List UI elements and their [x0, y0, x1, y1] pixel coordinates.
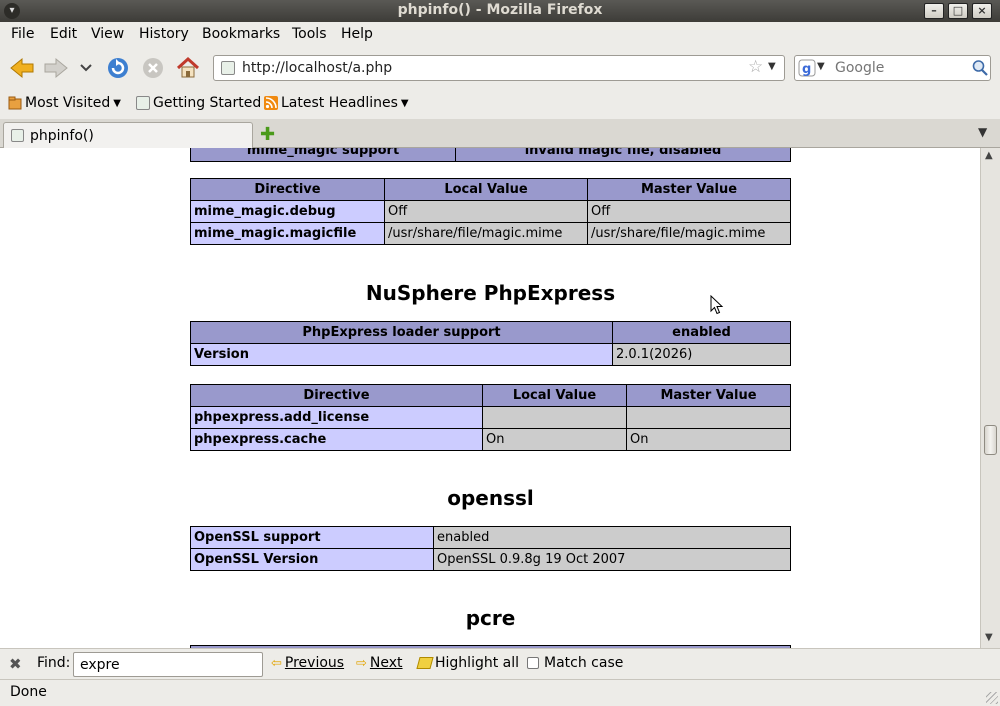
maximize-button[interactable]: □ — [948, 3, 968, 19]
search-bar[interactable]: g ▼ — [794, 55, 991, 81]
resize-grip-icon[interactable] — [986, 692, 998, 704]
title-bar: ▾ phpinfo() - Mozilla Firefox – □ × — [0, 0, 1000, 22]
find-previous-button[interactable]: ⇦ Previous — [271, 655, 344, 671]
back-button[interactable] — [8, 54, 36, 82]
forward-button[interactable] — [42, 54, 70, 82]
bookmark-star-icon[interactable]: ☆ — [748, 57, 763, 77]
site-identity-icon[interactable] — [221, 61, 235, 75]
table-row: OpenSSL support enabled — [190, 526, 791, 549]
chevron-down-icon: ▼ — [113, 97, 121, 109]
vertical-scrollbar[interactable]: ▲ ▼ — [980, 148, 1000, 648]
mime-magic-directive-table: Directive Local Value Master Value mime_… — [190, 178, 791, 245]
table-header-row: Directive Local Value Master Value — [190, 384, 791, 407]
stop-button[interactable] — [139, 54, 167, 82]
section-heading-pcre: pcre — [465, 606, 516, 630]
svg-text:g: g — [802, 62, 811, 77]
table-row: mime_magic.magicfile /usr/share/file/mag… — [190, 222, 791, 245]
window-title: phpinfo() - Mozilla Firefox — [397, 2, 603, 18]
find-input[interactable] — [73, 652, 263, 677]
search-input[interactable] — [835, 59, 965, 77]
table-row: phpexpress.cache On On — [190, 428, 791, 451]
match-case-checkbox[interactable]: Match case — [527, 655, 623, 671]
menu-tools[interactable]: Tools — [292, 26, 327, 42]
engine-dropdown-icon[interactable]: ▼ — [817, 61, 825, 72]
close-window-button[interactable]: × — [972, 3, 992, 19]
highlighter-icon — [416, 657, 434, 669]
folder-icon — [8, 96, 22, 110]
mouse-cursor-icon — [710, 295, 724, 315]
menu-history[interactable]: History — [139, 26, 189, 42]
stop-icon — [143, 58, 163, 78]
menu-file[interactable]: File — [11, 26, 34, 42]
menu-view[interactable]: View — [91, 26, 124, 42]
find-bar: ✖ Find: ⇦ Previous ⇨ Next Highlight all … — [0, 648, 1000, 679]
page-icon — [11, 129, 24, 142]
section-heading-openssl: openssl — [447, 486, 534, 510]
tab-list-icon[interactable]: ▼ — [978, 125, 987, 139]
table-row: OpenSSL Version OpenSSL 0.9.8g 19 Oct 20… — [190, 548, 791, 571]
home-button[interactable] — [174, 54, 202, 82]
scroll-up-icon[interactable]: ▲ — [985, 150, 993, 161]
chevron-down-icon: ▼ — [400, 97, 409, 109]
section-heading-nusphere: NuSphere PhpExpress — [365, 281, 616, 305]
status-bar: Done — [0, 679, 1000, 706]
find-label: Find: — [37, 655, 71, 671]
history-dropdown-button[interactable] — [74, 54, 98, 82]
arrow-left-icon: ⇦ — [271, 655, 282, 671]
table-row: Version 2.0.1(2026) — [190, 343, 791, 366]
highlight-all-button[interactable]: Highlight all — [416, 655, 519, 671]
minimize-button[interactable]: – — [924, 3, 944, 19]
menu-help[interactable]: Help — [341, 26, 373, 42]
bookmarks-toolbar: Most Visited ▼ Getting Started Latest He… — [0, 88, 1000, 119]
url-input[interactable] — [242, 59, 742, 77]
table-row: mime_magic.debug Off Off — [190, 200, 791, 223]
arrow-right-icon: ⇨ — [356, 655, 367, 671]
tab-strip: phpinfo() ✚ ▼ — [0, 119, 1000, 148]
reload-icon — [108, 58, 128, 78]
back-arrow-icon — [10, 57, 34, 79]
bookmark-most-visited[interactable]: Most Visited ▼ — [8, 95, 121, 111]
mime-magic-info-table: mime_magic support invalid magic file, d… — [190, 148, 791, 162]
bookmark-getting-started[interactable]: Getting Started — [136, 95, 261, 111]
new-tab-icon[interactable]: ✚ — [260, 124, 275, 145]
reload-button[interactable] — [104, 54, 132, 82]
table-header-row: Directive Local Value Master Value — [190, 178, 791, 201]
search-icon[interactable] — [972, 59, 988, 77]
google-engine-icon[interactable]: g — [798, 59, 816, 77]
page-content: mime_magic support invalid magic file, d… — [0, 148, 980, 648]
url-dropdown-icon[interactable]: ▼ — [768, 61, 776, 72]
status-text: Done — [10, 684, 47, 700]
chevron-down-icon — [80, 64, 92, 72]
menu-bar: File Edit View History Bookmarks Tools H… — [0, 22, 1000, 48]
close-find-bar-icon[interactable]: ✖ — [9, 655, 22, 673]
rss-feed-icon — [264, 96, 278, 110]
scroll-down-icon[interactable]: ▼ — [985, 632, 993, 643]
table-header-row: PhpExpress loader support enabled — [190, 321, 791, 344]
openssl-table: OpenSSL support enabled OpenSSL Version … — [190, 526, 791, 571]
url-bar[interactable]: ☆ ▼ — [213, 55, 785, 81]
table-row: mime_magic support invalid magic file, d… — [190, 148, 791, 162]
bookmark-latest-headlines[interactable]: Latest Headlines ▼ — [264, 95, 409, 111]
page-icon — [136, 96, 150, 110]
menu-bookmarks[interactable]: Bookmarks — [202, 26, 280, 42]
phpexpress-directive-table: Directive Local Value Master Value phpex… — [190, 384, 791, 451]
find-next-button[interactable]: ⇨ Next — [356, 655, 403, 671]
tab-phpinfo[interactable]: phpinfo() — [3, 122, 253, 148]
menu-edit[interactable]: Edit — [50, 26, 77, 42]
navigation-toolbar: ☆ ▼ g ▼ — [0, 48, 1000, 88]
table-row: phpexpress.add_license — [190, 406, 791, 429]
home-icon — [176, 56, 200, 78]
checkbox-icon[interactable] — [527, 657, 539, 669]
phpexpress-info-table: PhpExpress loader support enabled Versio… — [190, 321, 791, 366]
forward-arrow-icon — [44, 57, 68, 79]
scrollbar-thumb[interactable] — [984, 425, 997, 455]
